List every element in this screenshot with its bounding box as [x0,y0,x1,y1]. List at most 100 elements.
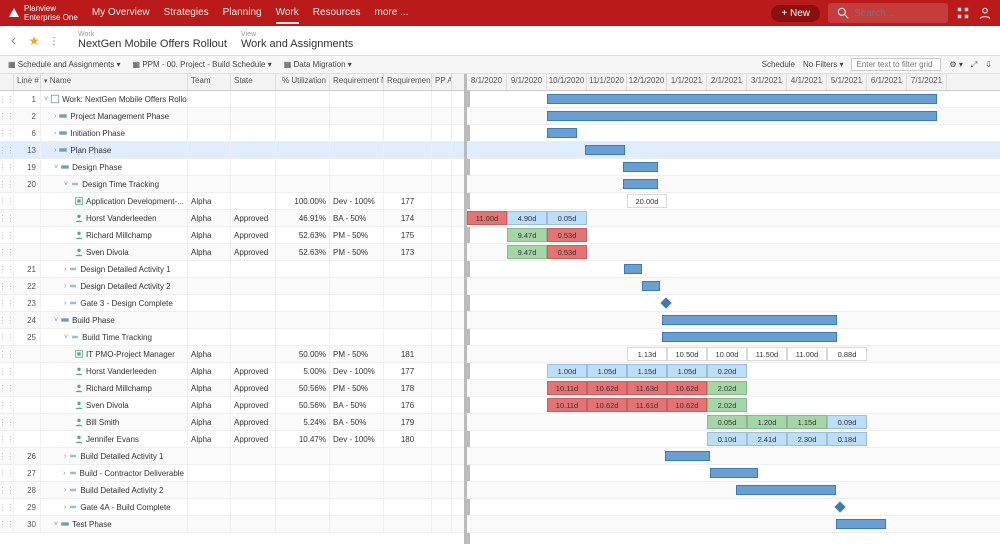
table-row[interactable]: ⋮⋮Horst VanderleedenAlphaApproved46.91%B… [0,210,464,227]
time-cell[interactable]: 2.02d [707,398,747,412]
gantt-bar[interactable] [585,145,625,155]
time-cell[interactable]: 0.53d [547,228,587,242]
time-cell[interactable]: 1.05d [667,364,707,378]
time-cell[interactable]: 0.88d [827,347,867,361]
time-cell[interactable]: 10.00d [707,347,747,361]
time-cell[interactable]: 10.11d [547,381,587,395]
time-cell[interactable]: 0.05d [547,211,587,225]
time-cell[interactable]: 11.63d [627,381,667,395]
expand-toggle[interactable]: ˅ [54,164,58,171]
gantt-bar[interactable] [710,468,758,478]
gantt-bar[interactable] [547,111,937,121]
expand-toggle[interactable]: › [54,147,56,154]
expand-toggle[interactable]: ˅ [64,181,68,188]
schedule-link[interactable]: Schedule [762,60,795,69]
time-cell[interactable]: 10.11d [547,398,587,412]
table-row[interactable]: ⋮⋮6›Initiation Phase [0,125,464,142]
table-row[interactable]: ⋮⋮27›Build - Contractor Deliverable [0,465,464,482]
expand-toggle[interactable]: › [64,487,66,494]
gantt-bar[interactable] [642,281,660,291]
time-cell[interactable]: 0.09d [827,415,867,429]
col-line[interactable]: Line # [14,74,41,90]
table-row[interactable]: ⋮⋮IT PMO-Project ManagerAlpha50.00%PM - … [0,346,464,363]
gantt-bar[interactable] [623,162,658,172]
table-row[interactable]: ⋮⋮28›Build Detailed Activity 2 [0,482,464,499]
table-row[interactable]: ⋮⋮Sven DivolaAlphaApproved52.63%PM - 50%… [0,244,464,261]
time-cell[interactable]: 2.41d [747,432,787,446]
export-icon[interactable]: ⇩ [985,60,992,69]
drag-handle[interactable]: ⋮⋮ [0,516,14,532]
drag-handle[interactable]: ⋮⋮ [0,244,14,260]
expand-toggle[interactable]: › [64,300,66,307]
time-cell[interactable]: 0.53d [547,245,587,259]
nav-strategies[interactable]: Strategies [164,7,209,20]
drag-handle[interactable]: ⋮⋮ [0,465,14,481]
drag-handle[interactable]: ⋮⋮ [0,261,14,277]
expand-toggle[interactable]: › [64,283,66,290]
table-row[interactable]: ⋮⋮13›Plan Phase [0,142,464,159]
toolbar-schedule-and-assignments-[interactable]: ▦ Schedule and Assignments ▾ [8,60,121,69]
drag-handle[interactable]: ⋮⋮ [0,108,14,124]
drag-handle[interactable]: ⋮⋮ [0,397,14,413]
time-cell[interactable]: 0.20d [707,364,747,378]
time-cell[interactable]: 2.30d [787,432,827,446]
gantt-bar[interactable] [662,332,837,342]
expand-toggle[interactable]: › [64,504,66,511]
drag-handle[interactable]: ⋮⋮ [0,295,14,311]
settings-icon[interactable]: ⚙ ▾ [949,60,962,69]
time-cell[interactable]: 1.15d [627,364,667,378]
table-row[interactable]: ⋮⋮Sven DivolaAlphaApproved50.56%BA - 50%… [0,397,464,414]
toolbar-ppm-00-project-build-schedule-[interactable]: ▦ PPM - 00. Project - Build Schedule ▾ [133,60,272,69]
time-cell[interactable]: 1.00d [547,364,587,378]
expand-toggle[interactable]: ˅ [54,317,58,324]
milestone-diamond[interactable] [834,501,845,512]
col-util[interactable]: % Utilization [276,74,330,90]
table-row[interactable]: ⋮⋮Application Development-...Alpha100.00… [0,193,464,210]
back-icon[interactable] [8,35,20,47]
table-row[interactable]: ⋮⋮26›Build Detailed Activity 1 [0,448,464,465]
expand-icon[interactable]: ⤢ [971,60,977,70]
expand-toggle[interactable]: ˅ [44,96,48,103]
time-cell[interactable]: 10.50d [667,347,707,361]
drag-handle[interactable]: ⋮⋮ [0,499,14,515]
gantt-bar[interactable] [836,519,886,529]
drag-handle[interactable]: ⋮⋮ [0,312,14,328]
table-row[interactable]: ⋮⋮2›Project Management Phase [0,108,464,125]
time-cell[interactable]: 10.62d [587,381,627,395]
col-ppa[interactable]: PP A [432,74,452,90]
time-cell[interactable]: 11.50d [747,347,787,361]
expand-toggle[interactable]: › [64,453,66,460]
drag-handle[interactable]: ⋮⋮ [0,448,14,464]
table-row[interactable]: ⋮⋮Richard MillchampAlphaApproved52.63%PM… [0,227,464,244]
drag-handle[interactable]: ⋮⋮ [0,227,14,243]
time-cell[interactable]: 10.62d [587,398,627,412]
drag-handle[interactable]: ⋮⋮ [0,91,14,107]
time-cell[interactable]: 11.00d [467,211,507,225]
table-row[interactable]: ⋮⋮Jennifer EvansAlphaApproved10.47%Dev -… [0,431,464,448]
time-cell[interactable]: 10.62d [667,398,707,412]
table-row[interactable]: ⋮⋮19˅Design Phase [0,159,464,176]
drag-handle[interactable]: ⋮⋮ [0,142,14,158]
nav-more-[interactable]: more ... [375,7,409,20]
col-reqid[interactable]: Requirement ID [384,74,432,90]
time-cell[interactable]: 1.05d [587,364,627,378]
expand-toggle[interactable]: ˅ [54,521,58,528]
time-cell[interactable]: 11.61d [627,398,667,412]
time-cell[interactable]: 9.47d [507,228,547,242]
star-icon[interactable] [28,35,40,47]
gantt-bar[interactable] [624,264,642,274]
filters-button[interactable]: No Filters ▾ [803,60,843,69]
drag-handle[interactable]: ⋮⋮ [0,176,14,192]
gantt-bar[interactable] [736,485,836,495]
col-reqname[interactable]: Requirement Name [330,74,384,90]
more-icon[interactable] [48,35,60,47]
expand-toggle[interactable]: ˅ [64,334,68,341]
gantt-bar[interactable] [665,451,710,461]
time-cell[interactable]: 0.18d [827,432,867,446]
toolbar-data-migration-[interactable]: ▦ Data Migration ▾ [284,60,352,69]
expand-toggle[interactable]: › [54,130,56,137]
drag-handle[interactable]: ⋮⋮ [0,380,14,396]
col-state[interactable]: State [231,74,276,90]
drag-handle[interactable]: ⋮⋮ [0,159,14,175]
apps-icon[interactable] [956,6,970,20]
